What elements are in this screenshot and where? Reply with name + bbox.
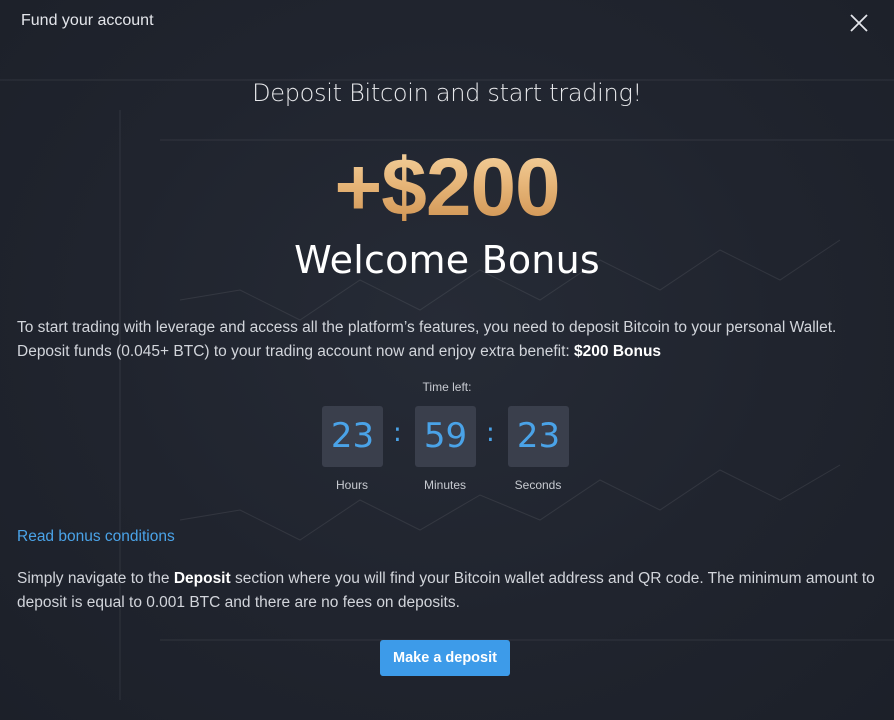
description-line-1: To start trading with leverage and acces…	[17, 319, 837, 336]
description-line-2: Deposit funds (0.045+ BTC) to your tradi…	[17, 340, 877, 364]
bonus-description: To start trading with leverage and acces…	[17, 316, 877, 364]
read-bonus-conditions-link[interactable]: Read bonus conditions	[17, 528, 175, 546]
fund-account-modal: Fund your account Deposit Bitcoin and st…	[0, 0, 894, 720]
bonus-highlight: $200 Bonus	[574, 343, 662, 360]
description-line-2-text: Deposit funds (0.045+ BTC) to your tradi…	[17, 343, 575, 360]
timer-separator: :	[393, 418, 402, 448]
timer-separator: :	[486, 418, 495, 448]
timer-seconds: 23	[508, 406, 569, 467]
timer-hours-label: Hours	[335, 478, 368, 492]
countdown-timer: 23 : 59 : 23 Hours Minutes Seconds	[0, 406, 894, 496]
close-button[interactable]	[848, 12, 870, 34]
instructions-prefix: Simply navigate to the	[17, 570, 174, 587]
make-deposit-button[interactable]: Make a deposit	[380, 640, 510, 676]
bonus-amount: +$200	[0, 140, 894, 236]
deposit-instructions: Simply navigate to the Deposit section w…	[17, 567, 877, 615]
timer-minutes: 59	[415, 406, 476, 467]
time-left-label: Time left:	[422, 380, 472, 394]
headline: Deposit Bitcoin and start trading!	[252, 79, 642, 107]
deposit-section-name: Deposit	[173, 570, 231, 587]
timer-hours: 23	[322, 406, 383, 467]
timer-seconds-label: Seconds	[514, 478, 562, 492]
bonus-label: Welcome Bonus	[294, 238, 600, 282]
close-icon	[850, 14, 868, 32]
timer-minutes-label: Minutes	[423, 478, 467, 492]
modal-title: Fund your account	[21, 12, 154, 29]
